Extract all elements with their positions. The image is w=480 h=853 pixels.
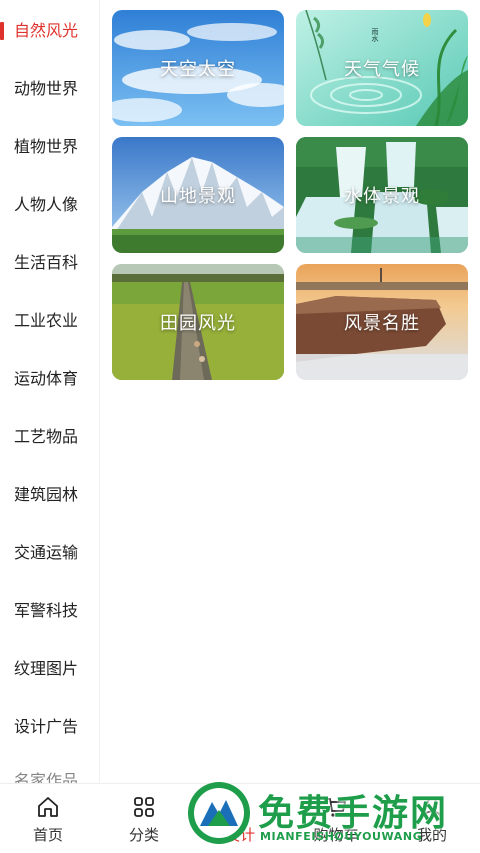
sidebar-item-military[interactable]: 军警科技 bbox=[0, 580, 100, 638]
sidebar-item-plants[interactable]: 植物世界 bbox=[0, 116, 100, 174]
card-weather-climate[interactable]: 雨水 天气气候 bbox=[296, 10, 468, 126]
grid-icon bbox=[131, 794, 157, 820]
card-label: 水体景观 bbox=[344, 186, 420, 207]
tab-label: 设计 bbox=[224, 826, 255, 844]
sidebar-item-life[interactable]: 生活百科 bbox=[0, 232, 100, 290]
card-label: 山地景观 bbox=[160, 186, 236, 207]
category-sidebar: 自然风光 动物世界 植物世界 人物人像 生活百科 工业农业 运动体育 工艺物品 … bbox=[0, 0, 100, 783]
tab-label: 我的 bbox=[416, 826, 447, 844]
tab-label: 购物车 bbox=[313, 826, 359, 844]
tab-label: 分类 bbox=[128, 826, 159, 844]
bottom-tab-bar: 首页 分类 设计 购物车 我的 bbox=[0, 783, 480, 853]
sidebar-item-design-ads[interactable]: 设计广告 bbox=[0, 696, 100, 754]
design-icon bbox=[227, 794, 253, 820]
home-icon bbox=[35, 794, 61, 820]
tab-cart[interactable]: 购物车 bbox=[288, 784, 384, 853]
card-label: 天空太空 bbox=[160, 59, 236, 80]
card-scenic-spots[interactable]: 风景名胜 bbox=[296, 264, 468, 380]
tab-design[interactable]: 设计 bbox=[192, 784, 288, 853]
tab-label: 首页 bbox=[32, 826, 63, 844]
sidebar-item-architecture[interactable]: 建筑园林 bbox=[0, 464, 100, 522]
sidebar-item-nature[interactable]: 自然风光 bbox=[0, 0, 100, 58]
sidebar-item-crafts[interactable]: 工艺物品 bbox=[0, 406, 100, 464]
card-label: 天气气候 bbox=[344, 59, 420, 80]
card-mountain-landscape[interactable]: 山地景观 bbox=[112, 137, 284, 253]
sidebar-item-animals[interactable]: 动物世界 bbox=[0, 58, 100, 116]
card-label: 田园风光 bbox=[160, 313, 236, 334]
card-rural-scenery[interactable]: 田园风光 bbox=[112, 264, 284, 380]
poster-text: 雨水 bbox=[371, 28, 379, 42]
sidebar-divider bbox=[99, 0, 100, 783]
sidebar-item-people[interactable]: 人物人像 bbox=[0, 174, 100, 232]
sidebar-item-transport[interactable]: 交通运输 bbox=[0, 522, 100, 580]
card-sky-space[interactable]: 天空太空 bbox=[112, 10, 284, 126]
tab-profile[interactable]: 我的 bbox=[384, 784, 480, 853]
cart-icon bbox=[323, 794, 349, 820]
sidebar-item-masterworks[interactable]: 名家作品 bbox=[0, 754, 100, 783]
user-icon bbox=[419, 794, 445, 820]
sidebar-item-textures[interactable]: 纹理图片 bbox=[0, 638, 100, 696]
card-water-landscape[interactable]: 水体景观 bbox=[296, 137, 468, 253]
card-label: 风景名胜 bbox=[344, 313, 420, 334]
sidebar-item-industry[interactable]: 工业农业 bbox=[0, 290, 100, 348]
tab-category[interactable]: 分类 bbox=[96, 784, 192, 853]
tab-home[interactable]: 首页 bbox=[0, 784, 96, 853]
sidebar-item-sports[interactable]: 运动体育 bbox=[0, 348, 100, 406]
